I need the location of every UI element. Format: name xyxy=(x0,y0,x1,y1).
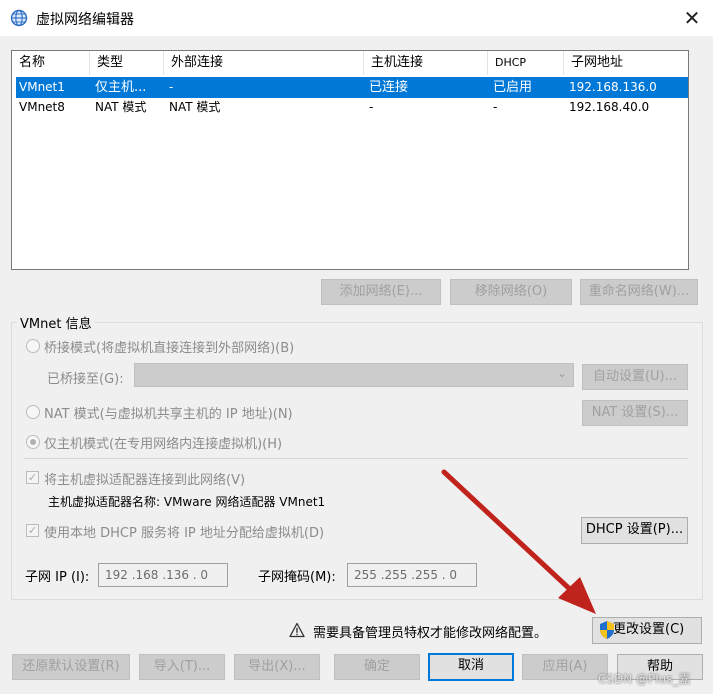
watermark: CSDN @Plus_嘉 xyxy=(598,672,691,686)
cell-name: VMnet1 xyxy=(19,80,65,94)
globe-icon xyxy=(10,9,28,27)
shield-icon xyxy=(600,621,614,639)
divider xyxy=(24,458,688,459)
cell-external: NAT 模式 xyxy=(169,100,221,114)
radio-selected-dot xyxy=(30,439,36,445)
cell-subnet: 192.168.136.0 xyxy=(569,80,657,94)
cell-host: - xyxy=(369,100,374,114)
rename-network-button[interactable]: 重命名网络(W)... xyxy=(580,279,698,305)
column-header-external[interactable]: 外部连接 xyxy=(164,51,364,75)
subnet-ip-label: 子网 IP (I): xyxy=(25,570,90,585)
restore-defaults-button[interactable]: 还原默认设置(R) xyxy=(12,654,130,680)
column-header-dhcp[interactable]: DHCP xyxy=(488,51,564,75)
subnet-mask-label: 子网掩码(M): xyxy=(258,570,336,585)
close-icon[interactable]: ✕ xyxy=(679,5,705,31)
hostonly-radio[interactable] xyxy=(26,435,40,449)
nat-settings-button[interactable]: NAT 设置(S)... xyxy=(582,400,688,426)
cell-host: 已连接 xyxy=(369,80,409,95)
add-network-button[interactable]: 添加网络(E)... xyxy=(321,279,441,305)
table-row[interactable]: VMnet8 NAT 模式 NAT 模式 - - 192.168.40.0 xyxy=(16,97,688,118)
dhcp-label: 使用本地 DHCP 服务将 IP 地址分配给虚拟机(D) xyxy=(44,526,325,541)
connect-adapter-label: 将主机虚拟适配器连接到此网络(V) xyxy=(44,473,246,488)
export-button[interactable]: 导出(X)... xyxy=(234,654,320,680)
cell-name: VMnet8 xyxy=(19,100,65,114)
column-header-type[interactable]: 类型 xyxy=(90,51,164,75)
nat-label: NAT 模式(与虚拟机共享主机的 IP 地址)(N) xyxy=(44,407,293,422)
window-title: 虚拟网络编辑器 xyxy=(36,12,134,28)
table-row[interactable]: VMnet1 仅主机... - 已连接 已启用 192.168.136.0 xyxy=(16,77,688,98)
subnet-ip-input[interactable]: 192 .168 .136 . 0 xyxy=(98,563,228,587)
warning-icon xyxy=(289,622,305,638)
vmnet-info-label: VMnet 信息 xyxy=(17,313,95,332)
apply-button[interactable]: 应用(A) xyxy=(522,654,608,680)
cell-dhcp: - xyxy=(493,100,498,114)
title-bar: 虚拟网络编辑器 ✕ xyxy=(0,0,713,36)
bridged-radio[interactable] xyxy=(26,339,40,353)
cell-type: NAT 模式 xyxy=(95,100,147,114)
admin-warning-text: 需要具备管理员特权才能修改网络配置。 xyxy=(313,626,548,641)
ok-button[interactable]: 确定 xyxy=(334,654,420,680)
hostonly-label: 仅主机模式(在专用网络内连接虚拟机)(H) xyxy=(44,437,283,452)
column-header-name[interactable]: 名称 xyxy=(12,51,90,75)
cell-subnet: 192.168.40.0 xyxy=(569,100,650,114)
import-button[interactable]: 导入(T)... xyxy=(139,654,225,680)
dhcp-checkbox[interactable]: ✓ xyxy=(26,524,39,537)
cell-type: 仅主机... xyxy=(95,80,147,95)
connect-adapter-checkbox[interactable]: ✓ xyxy=(26,471,39,484)
subnet-mask-input[interactable]: 255 .255 .255 . 0 xyxy=(347,563,477,587)
auto-settings-button[interactable]: 自动设置(U)... xyxy=(582,364,688,390)
dhcp-settings-button[interactable]: DHCP 设置(P)... xyxy=(581,517,688,544)
nat-radio[interactable] xyxy=(26,405,40,419)
bridged-label: 桥接模式(将虚拟机直接连接到外部网络)(B) xyxy=(44,341,295,356)
column-header-subnet[interactable]: 子网地址 xyxy=(564,51,688,75)
column-header-host[interactable]: 主机连接 xyxy=(364,51,488,75)
chevron-down-icon: ⌄ xyxy=(556,366,567,380)
change-settings-label: 更改设置(C) xyxy=(613,622,685,637)
remove-network-button[interactable]: 移除网络(O) xyxy=(450,279,572,305)
bridged-to-select[interactable]: ⌄ xyxy=(134,363,574,387)
adapter-name-label: 主机虚拟适配器名称: VMware 网络适配器 VMnet1 xyxy=(48,495,326,509)
cell-external: - xyxy=(169,80,174,94)
bridged-to-label: 已桥接至(G): xyxy=(47,372,124,387)
cell-dhcp: 已启用 xyxy=(493,80,533,95)
network-list[interactable]: 名称 类型 外部连接 主机连接 DHCP 子网地址 VMnet1 仅主机... … xyxy=(11,50,689,270)
cancel-button[interactable]: 取消 xyxy=(428,653,514,681)
